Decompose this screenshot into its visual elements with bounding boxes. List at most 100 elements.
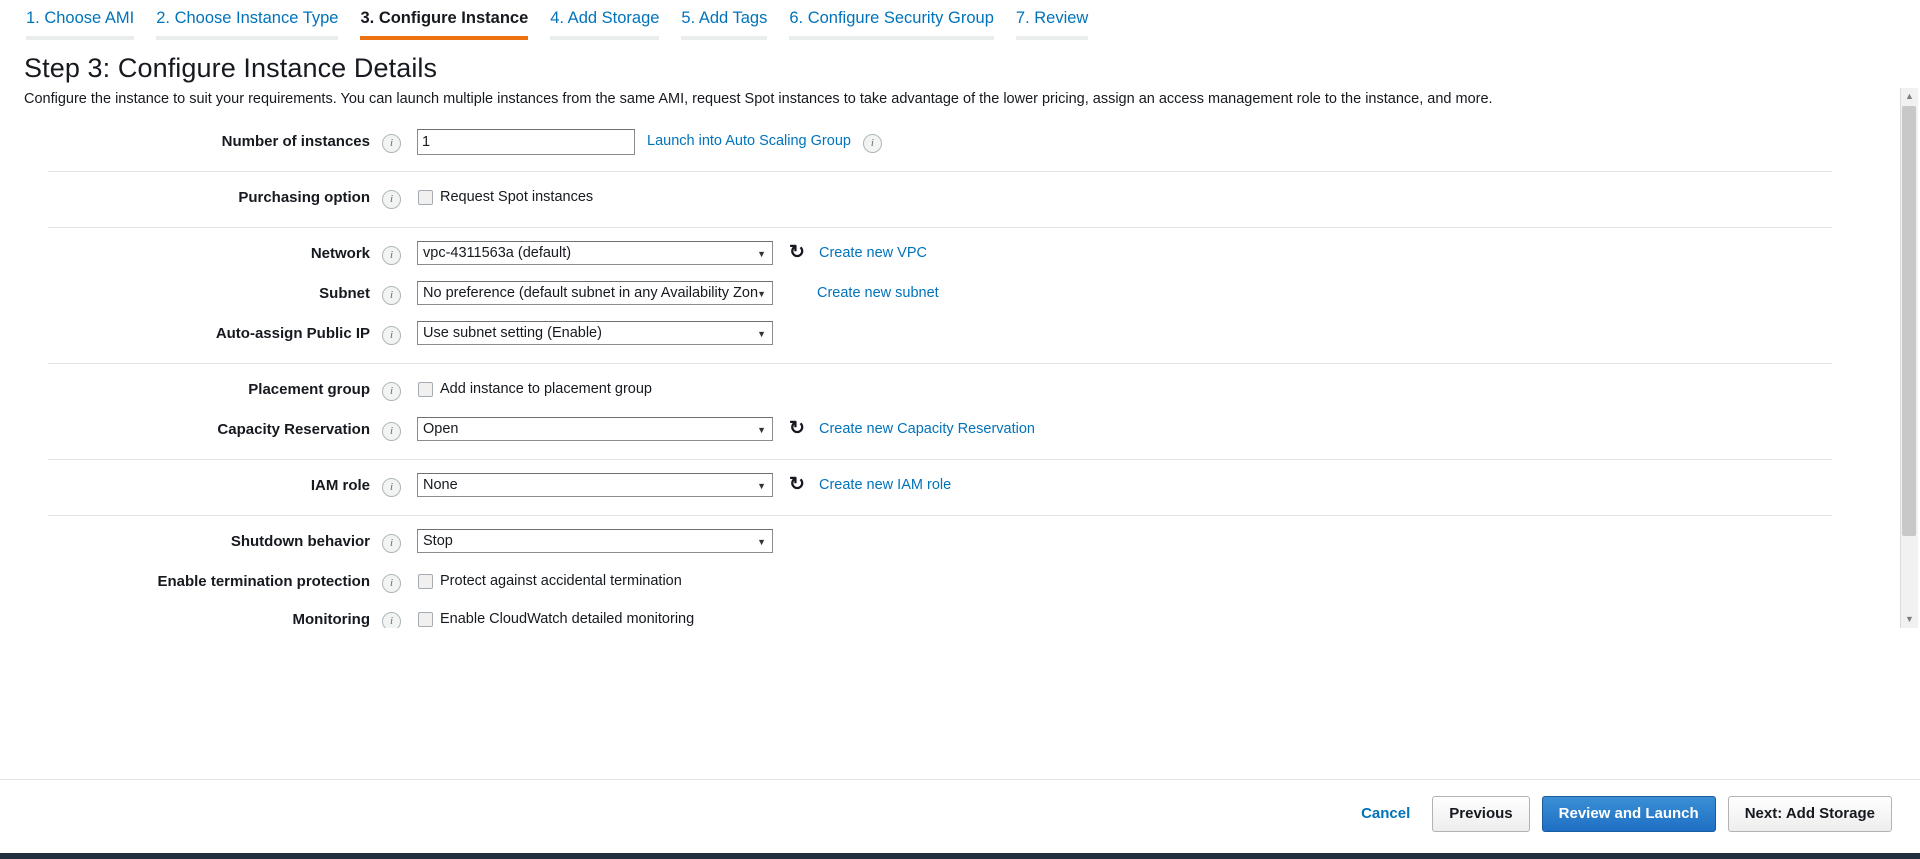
- request-spot-instances-checkbox[interactable]: [418, 190, 433, 205]
- scroll-up-icon[interactable]: ▲: [1901, 88, 1918, 105]
- page-scrollbar[interactable]: ▲ ▼: [1900, 88, 1918, 628]
- subnet-select-value: No preference (default subnet in any Ava…: [423, 285, 758, 301]
- wizard-tab-choose-instance-type[interactable]: 2. Choose Instance Type: [156, 9, 338, 40]
- add-instance-to-placement-group-label[interactable]: Add instance to placement group: [440, 377, 652, 401]
- wizard-tab-configure-security-group[interactable]: 6. Configure Security Group: [789, 9, 994, 40]
- enable-cloudwatch-detailed-monitoring-label[interactable]: Enable CloudWatch detailed monitoring: [440, 607, 694, 628]
- info-icon[interactable]: i: [382, 190, 401, 209]
- chevron-down-icon: ▼: [757, 242, 766, 265]
- create-new-iam-role-link[interactable]: Create new IAM role: [819, 473, 951, 497]
- row-network: Network i vpc-4311563a (default) ▼ ↻ Cre…: [48, 241, 1832, 269]
- cancel-button[interactable]: Cancel: [1351, 797, 1420, 831]
- add-instance-to-placement-group-checkbox[interactable]: [418, 382, 433, 397]
- label-subnet: Subnet: [48, 281, 370, 307]
- chevron-down-icon: ▼: [757, 322, 766, 345]
- control-subnet: No preference (default subnet in any Ava…: [417, 281, 939, 305]
- control-termination-protection: Protect against accidental termination: [417, 569, 682, 593]
- label-capacity-reservation: Capacity Reservation: [48, 417, 370, 443]
- protect-against-accidental-termination-checkbox[interactable]: [418, 574, 433, 589]
- wizard-step-tabs: 1. Choose AMI 2. Choose Instance Type 3.…: [0, 0, 1920, 40]
- row-auto-assign-public-ip: Auto-assign Public IP i Use subnet setti…: [48, 321, 1832, 349]
- iam-role-select[interactable]: None ▼: [417, 473, 773, 497]
- info-icon[interactable]: i: [382, 574, 401, 593]
- network-select-value: vpc-4311563a (default): [423, 245, 571, 261]
- configure-instance-form: Number of instances i Launch into Auto S…: [0, 116, 1920, 628]
- chevron-down-icon: ▼: [757, 474, 766, 497]
- request-spot-instances-label[interactable]: Request Spot instances: [440, 185, 593, 209]
- create-new-vpc-link[interactable]: Create new VPC: [819, 241, 927, 265]
- refresh-icon[interactable]: ↻: [787, 473, 807, 497]
- control-placement-group: Add instance to placement group: [417, 377, 652, 401]
- row-purchasing-option: Purchasing option i Request Spot instanc…: [48, 185, 1832, 213]
- row-number-of-instances: Number of instances i Launch into Auto S…: [48, 129, 1832, 157]
- info-icon[interactable]: i: [382, 326, 401, 345]
- launch-into-auto-scaling-group-link[interactable]: Launch into Auto Scaling Group: [647, 129, 851, 153]
- shutdown-behavior-select[interactable]: Stop ▼: [417, 529, 773, 553]
- control-shutdown-behavior: Stop ▼: [417, 529, 773, 553]
- group-advanced: Shutdown behavior i Stop ▼ Enable termin…: [48, 516, 1832, 628]
- group-network: Network i vpc-4311563a (default) ▼ ↻ Cre…: [48, 228, 1832, 364]
- wizard-tab-configure-instance[interactable]: 3. Configure Instance: [360, 9, 528, 40]
- enable-cloudwatch-detailed-monitoring-checkbox[interactable]: [418, 612, 433, 627]
- auto-assign-public-ip-select[interactable]: Use subnet setting (Enable) ▼: [417, 321, 773, 345]
- row-placement-group: Placement group i Add instance to placem…: [48, 377, 1832, 405]
- info-icon[interactable]: i: [382, 134, 401, 153]
- info-icon[interactable]: i: [382, 382, 401, 401]
- group-placement: Placement group i Add instance to placem…: [48, 364, 1832, 460]
- label-termination-protection: Enable termination protection: [48, 569, 370, 595]
- label-monitoring: Monitoring: [48, 607, 370, 628]
- network-select[interactable]: vpc-4311563a (default) ▼: [417, 241, 773, 265]
- control-network: vpc-4311563a (default) ▼ ↻ Create new VP…: [417, 241, 927, 265]
- control-iam-role: None ▼ ↻ Create new IAM role: [417, 473, 951, 497]
- chevron-down-icon: ▼: [757, 530, 766, 553]
- label-auto-assign-public-ip: Auto-assign Public IP: [48, 321, 370, 347]
- info-icon[interactable]: i: [382, 478, 401, 497]
- review-and-launch-button[interactable]: Review and Launch: [1542, 796, 1716, 832]
- wizard-footer: Cancel Previous Review and Launch Next: …: [0, 779, 1920, 847]
- label-network: Network: [48, 241, 370, 267]
- capacity-reservation-select[interactable]: Open ▼: [417, 417, 773, 441]
- control-capacity-reservation: Open ▼ ↻ Create new Capacity Reservation: [417, 417, 1035, 441]
- control-number-of-instances: Launch into Auto Scaling Group i: [417, 129, 882, 155]
- previous-button[interactable]: Previous: [1432, 796, 1529, 832]
- create-new-capacity-reservation-link[interactable]: Create new Capacity Reservation: [819, 417, 1035, 441]
- row-subnet: Subnet i No preference (default subnet i…: [48, 281, 1832, 309]
- row-capacity-reservation: Capacity Reservation i Open ▼ ↻ Create n…: [48, 417, 1832, 445]
- subnet-select[interactable]: No preference (default subnet in any Ava…: [417, 281, 773, 305]
- auto-assign-public-ip-value: Use subnet setting (Enable): [423, 325, 602, 341]
- wizard-tab-add-storage[interactable]: 4. Add Storage: [550, 9, 659, 40]
- wizard-tab-review[interactable]: 7. Review: [1016, 9, 1088, 40]
- page-header: Step 3: Configure Instance Details Confi…: [0, 40, 1920, 108]
- label-placement-group: Placement group: [48, 377, 370, 403]
- refresh-icon[interactable]: ↻: [787, 241, 807, 265]
- group-purchasing-option: Purchasing option i Request Spot instanc…: [48, 172, 1832, 228]
- scrollbar-thumb[interactable]: [1902, 106, 1916, 536]
- chevron-down-icon: ▼: [757, 282, 766, 305]
- capacity-reservation-value: Open: [423, 421, 458, 437]
- protect-against-accidental-termination-label[interactable]: Protect against accidental termination: [440, 569, 682, 593]
- scroll-down-icon[interactable]: ▼: [1901, 611, 1918, 628]
- control-purchasing-option: Request Spot instances: [417, 185, 593, 209]
- info-icon[interactable]: i: [382, 612, 401, 628]
- info-icon[interactable]: i: [382, 246, 401, 265]
- control-monitoring: Enable CloudWatch detailed monitoring Ad…: [417, 607, 694, 628]
- row-termination-protection: Enable termination protection i Protect …: [48, 569, 1832, 597]
- create-new-subnet-link[interactable]: Create new subnet: [817, 281, 939, 305]
- row-iam-role: IAM role i None ▼ ↻ Create new IAM role: [48, 473, 1832, 501]
- info-icon[interactable]: i: [382, 286, 401, 305]
- page-description: Configure the instance to suit your requ…: [24, 90, 1920, 108]
- number-of-instances-input[interactable]: [417, 129, 635, 155]
- info-icon[interactable]: i: [382, 534, 401, 553]
- group-iam-role: IAM role i None ▼ ↻ Create new IAM role: [48, 460, 1832, 516]
- iam-role-value: None: [423, 477, 458, 493]
- info-icon[interactable]: i: [382, 422, 401, 441]
- row-shutdown-behavior: Shutdown behavior i Stop ▼: [48, 529, 1832, 557]
- chevron-down-icon: ▼: [757, 418, 766, 441]
- next-add-storage-button[interactable]: Next: Add Storage: [1728, 796, 1892, 832]
- row-monitoring: Monitoring i Enable CloudWatch detailed …: [48, 607, 1832, 628]
- info-icon[interactable]: i: [863, 134, 882, 153]
- control-auto-assign-public-ip: Use subnet setting (Enable) ▼: [417, 321, 773, 345]
- wizard-tab-add-tags[interactable]: 5. Add Tags: [681, 9, 767, 40]
- wizard-tab-choose-ami[interactable]: 1. Choose AMI: [26, 9, 134, 40]
- refresh-icon[interactable]: ↻: [787, 417, 807, 441]
